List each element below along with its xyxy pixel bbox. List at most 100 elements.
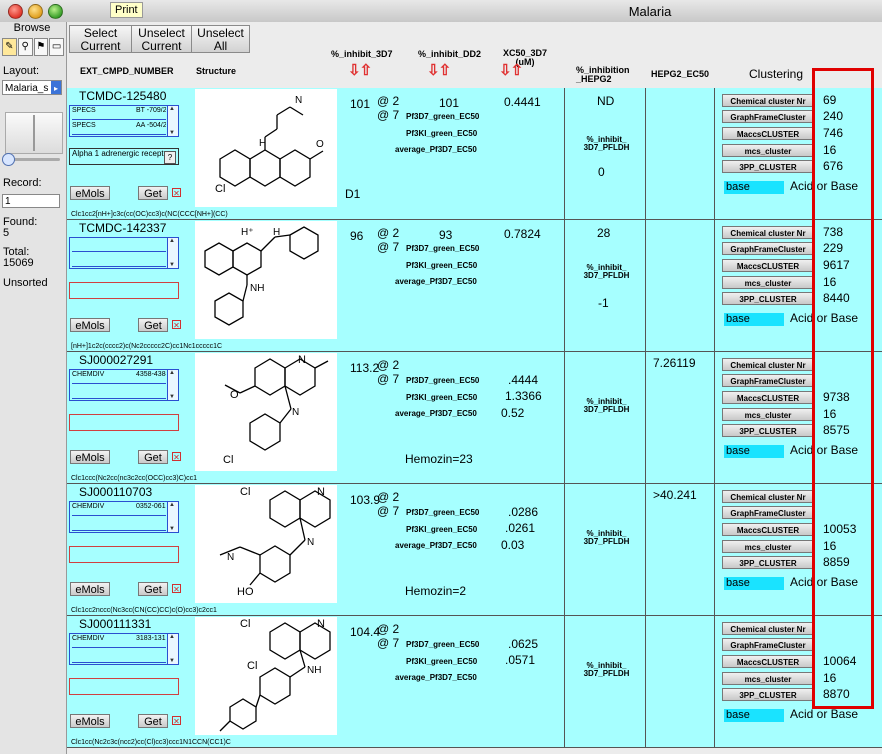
vendor-portal[interactable]	[69, 237, 179, 269]
chemical-cluster-button[interactable]: Chemical cluster Nr	[722, 94, 814, 107]
acid-base-field[interactable]: base	[724, 313, 784, 326]
acid-base-field[interactable]: base	[724, 709, 784, 722]
chemical-cluster-button[interactable]: Chemical cluster Nr	[722, 490, 814, 503]
record-row[interactable]: TCMDC-142337 eMols Get ✕ [nH+]1c2c(cccc2…	[67, 220, 882, 352]
molecule-drawing: H⁺ H NH	[204, 226, 319, 326]
mcs-cluster-button[interactable]: mcs_cluster	[722, 408, 814, 421]
record-number-input[interactable]: 1	[2, 194, 60, 208]
sort-arrows-icon[interactable]: ⇩⇧	[348, 61, 372, 79]
note-field[interactable]	[69, 678, 179, 695]
vendor-portal[interactable]: CHEMDIV 3183-1317	[69, 633, 179, 665]
graphframe-cluster-button[interactable]: GraphFrameCluster	[722, 242, 814, 255]
svg-text:Cl: Cl	[240, 486, 250, 498]
record-slider-handle[interactable]	[2, 153, 15, 166]
question-icon[interactable]: ?	[164, 151, 176, 164]
layout-tool-icon[interactable]: ⚑	[33, 38, 49, 56]
mode-label[interactable]: Browse	[0, 22, 64, 36]
zoom-window-button[interactable]	[48, 4, 63, 19]
close-icon[interactable]: ✕	[172, 452, 181, 462]
mcs-cluster-button[interactable]: mcs_cluster	[722, 276, 814, 289]
emols-button[interactable]: eMols	[70, 714, 110, 728]
get-button[interactable]: Get	[138, 582, 168, 596]
close-icon[interactable]: ✕	[172, 584, 181, 594]
get-button[interactable]: Get	[138, 714, 168, 728]
average-pf3d7-label: average_Pf3D7_EC50	[395, 277, 477, 286]
browse-tool-icon[interactable]: ✎	[2, 38, 17, 56]
3pp-cluster-button[interactable]: 3PP_CLUSTER	[722, 292, 814, 305]
close-icon[interactable]: ✕	[172, 320, 181, 330]
record-row[interactable]: SJ000110703 CHEMDIV 0352-0615 eMols Get ✕…	[67, 484, 882, 616]
maccs-cluster-button[interactable]: MaccsCLUSTER	[722, 391, 814, 404]
record-row[interactable]: TCMDC-125480 SPECS BT -709/21041 SPECS AA …	[67, 88, 882, 220]
pfldh-value: -1	[598, 296, 609, 310]
graphframe-cluster-button[interactable]: GraphFrameCluster	[722, 374, 814, 387]
chemical-cluster-button[interactable]: Chemical cluster Nr	[722, 622, 814, 635]
sort-arrows-icon[interactable]: ⇩⇧	[427, 61, 451, 79]
mcs-cluster-button[interactable]: mcs_cluster	[722, 540, 814, 553]
unselect-current-button[interactable]: Unselect Current	[131, 25, 192, 53]
pf3d7-green-label: Pf3D7_green_EC50	[406, 376, 480, 385]
pf3ki-green-label: Pf3KI_green_EC50	[406, 393, 478, 402]
pfldh-label: %_inhibit_ 3D7_PFLDH	[583, 135, 630, 152]
mcs-cluster-button[interactable]: mcs_cluster	[722, 672, 814, 685]
layout-label: Layout:	[3, 65, 40, 77]
portal-scrollbar[interactable]	[167, 106, 178, 136]
minimize-window-button[interactable]	[28, 4, 43, 19]
acid-base-field[interactable]: base	[724, 577, 784, 590]
emols-button[interactable]: eMols	[70, 318, 110, 332]
close-window-button[interactable]	[8, 4, 23, 19]
3pp-cluster-button[interactable]: 3PP_CLUSTER	[722, 160, 814, 173]
portal-scrollbar[interactable]	[167, 502, 178, 532]
record-row[interactable]: SJ000111331 CHEMDIV 3183-1317 eMols Get ✕…	[67, 616, 882, 748]
emols-button[interactable]: eMols	[70, 450, 110, 464]
unselect-all-button[interactable]: Unselect All	[191, 25, 250, 53]
graphframe-cluster-button[interactable]: GraphFrameCluster	[722, 638, 814, 651]
find-tool-icon[interactable]: ⚲	[17, 38, 33, 56]
portal-scrollbar[interactable]	[167, 238, 178, 268]
compound-id: SJ000027291	[79, 353, 154, 367]
vendor-portal[interactable]: SPECS BT -709/21041 SPECS AA -504/21041	[69, 105, 179, 137]
portal-scrollbar[interactable]	[167, 634, 178, 664]
average-pf3d7-label: average_Pf3D7_EC50	[395, 541, 477, 550]
maccs-cluster-button[interactable]: MaccsCLUSTER	[722, 259, 814, 272]
3pp-cluster-button[interactable]: 3PP_CLUSTER	[722, 424, 814, 437]
note-field[interactable]	[69, 546, 179, 563]
pf3d7-green-value: .4444	[508, 373, 539, 387]
emols-button[interactable]: eMols	[70, 186, 110, 200]
maccs-cluster-button[interactable]: MaccsCLUSTER	[722, 655, 814, 668]
found-count: 5	[3, 227, 10, 239]
acid-base-field[interactable]: base	[724, 181, 784, 194]
pfldh-label: %_inhibit_ 3D7_PFLDH	[583, 661, 630, 678]
vendor-portal[interactable]: CHEMDIV 4358-4384	[69, 369, 179, 401]
chemical-cluster-button[interactable]: Chemical cluster Nr	[722, 358, 814, 371]
vendor-portal[interactable]: CHEMDIV 0352-0615	[69, 501, 179, 533]
3pp-cluster-button[interactable]: 3PP_CLUSTER	[722, 556, 814, 569]
sort-arrows-icon[interactable]: ⇩⇧	[499, 61, 523, 79]
get-button[interactable]: Get	[138, 318, 168, 332]
preview-tool-icon[interactable]: ▭	[49, 38, 64, 56]
book-icon[interactable]	[5, 112, 63, 154]
close-icon[interactable]: ✕	[172, 716, 181, 726]
target-note-field[interactable]: Alpha 1 adrenergic receptor?	[69, 148, 179, 165]
get-button[interactable]: Get	[138, 186, 168, 200]
svg-text:N: N	[292, 407, 299, 418]
note-field[interactable]	[69, 282, 179, 299]
note-field[interactable]	[69, 414, 179, 431]
select-current-button[interactable]: Select Current	[69, 25, 132, 53]
graphframe-cluster-button[interactable]: GraphFrameCluster	[722, 506, 814, 519]
record-row[interactable]: SJ000027291 CHEMDIV 4358-4384 eMols Get ✕…	[67, 352, 882, 484]
3pp-cluster-button[interactable]: 3PP_CLUSTER	[722, 688, 814, 701]
get-button[interactable]: Get	[138, 450, 168, 464]
inhibit-3d7-value: 96	[350, 229, 364, 243]
chemical-cluster-button[interactable]: Chemical cluster Nr	[722, 226, 814, 239]
close-icon[interactable]: ✕	[172, 188, 181, 198]
graphframe-cluster-button[interactable]: GraphFrameCluster	[722, 110, 814, 123]
acid-base-field[interactable]: base	[724, 445, 784, 458]
portal-scrollbar[interactable]	[167, 370, 178, 400]
mcs-cluster-button[interactable]: mcs_cluster	[722, 144, 814, 157]
layout-select[interactable]: Malaria_s ▸	[2, 80, 62, 95]
maccs-cluster-button[interactable]: MaccsCLUSTER	[722, 127, 814, 140]
maccs-cluster-button[interactable]: MaccsCLUSTER	[722, 523, 814, 536]
emols-button[interactable]: eMols	[70, 582, 110, 596]
sort-status: Unsorted	[3, 277, 48, 289]
